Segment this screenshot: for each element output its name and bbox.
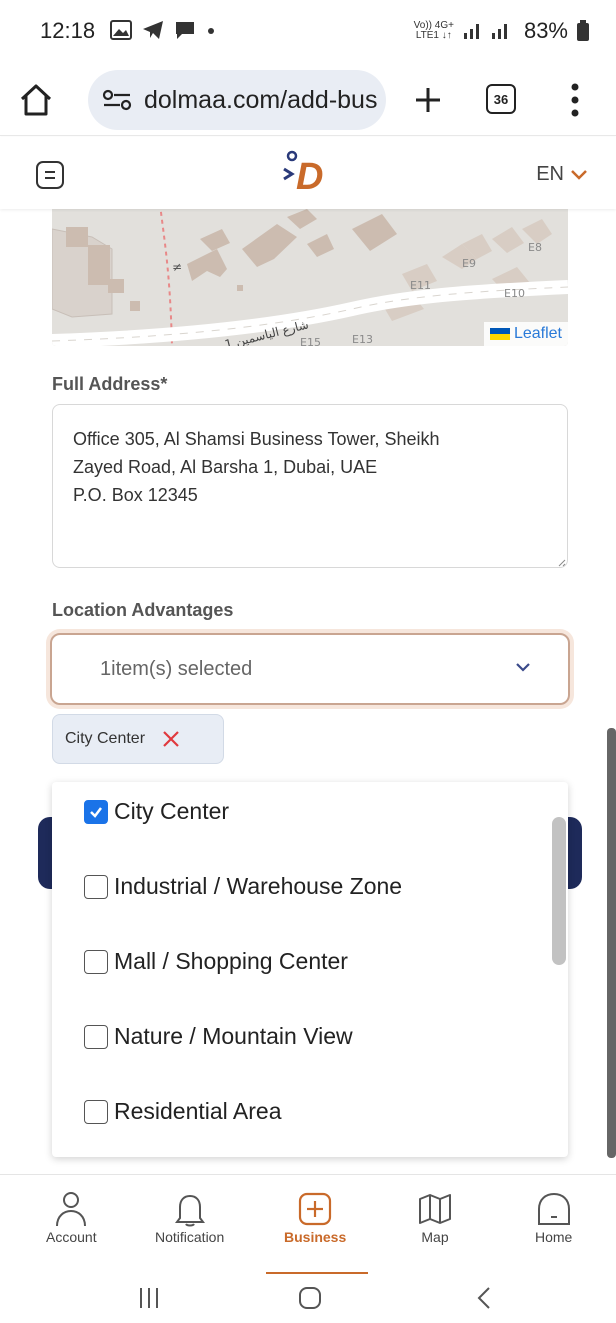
tab-switcher-button[interactable]: 36 [486,84,516,114]
nav-home[interactable]: Home [535,1189,572,1245]
resize-handle-icon[interactable] [556,557,566,567]
location-advantages-select[interactable]: 1item(s) selected [50,633,570,705]
menu-line-icon [45,177,55,179]
map-icon [419,1194,451,1224]
gallery-icon [110,20,132,40]
site-settings-icon[interactable] [102,89,132,111]
bottom-navigation: Account Notification Business Map Home [0,1174,616,1275]
checkbox-icon[interactable] [84,1024,108,1049]
home-icon [537,1192,570,1225]
chevron-down-icon [516,663,530,672]
map-label: E8 [528,241,542,254]
dropdown-scrollbar[interactable] [552,817,566,965]
ukraine-flag-icon [489,328,510,340]
form-content: ≠ E9 E8 E11 E10 E13 E15 شارع الياسمين 1 … [0,209,616,1174]
more-menu-icon[interactable] [570,82,580,118]
status-time: 12:18 [40,18,96,43]
map-label: E15 [300,336,321,346]
selected-chip: City Center [52,714,224,764]
back-icon[interactable] [476,1286,492,1310]
option-residential-area[interactable]: Residential Area [84,1098,282,1125]
status-bar: 12:18 Vo)) 4G+ LTE1 ↓↑ 83% [0,0,616,64]
checkbox-icon[interactable] [84,949,108,974]
status-right: Vo)) 4G+ LTE1 ↓↑ 83% [414,18,590,44]
dot-icon [208,28,214,34]
language-label: EN [536,163,564,185]
checkbox-icon[interactable] [84,874,108,899]
network-indicator: Vo)) 4G+ LTE1 ↓↑ [413,20,454,41]
user-icon [56,1192,87,1227]
new-tab-icon[interactable] [412,84,444,116]
logo-letter: D [296,156,323,197]
chevron-down-icon [571,169,587,180]
battery-percent: 83% [523,18,568,43]
select-value: 1item(s) selected [100,657,253,680]
option-label: Residential Area [114,1098,282,1124]
checkbox-icon[interactable] [84,1099,108,1124]
option-industrial-warehouse-zone[interactable]: Industrial / Warehouse Zone [84,873,402,900]
app-header: D EN [0,137,616,209]
add-square-icon [299,1192,332,1226]
leaflet-link: Leaflet [513,325,562,342]
nav-notification[interactable]: Notification [155,1189,224,1245]
close-icon[interactable] [161,729,181,749]
nav-business[interactable]: Business [284,1189,346,1245]
option-label: Mall / Shopping Center [114,948,348,974]
home-button-icon[interactable] [298,1286,322,1310]
browser-toolbar: dolmaa.com/add-bus 36 [0,64,616,136]
page-scrollbar[interactable] [607,728,616,1158]
nav-label: Account [46,1229,97,1245]
option-city-center[interactable]: City Center [84,798,229,825]
nav-label: Business [284,1229,347,1245]
option-label: Nature / Mountain View [114,1023,353,1049]
signal-icon [463,24,507,39]
map-label: E9 [462,257,476,270]
full-address-label: Full Address* [52,374,168,394]
map-label: E13 [352,333,373,346]
logo-icon[interactable]: D [282,147,334,197]
option-label: City Center [114,798,230,824]
bell-icon [174,1194,205,1227]
chip-label: City Center [65,730,146,747]
notification-icons [110,20,216,40]
language-selector[interactable]: EN [536,163,588,186]
option-mall-shopping-center[interactable]: Mall / Shopping Center [84,948,348,975]
nav-account[interactable]: Account [46,1189,97,1245]
checkbox-checked-icon[interactable] [84,799,108,824]
nav-label: Map [421,1229,449,1245]
nav-map[interactable]: Map [418,1189,452,1245]
svg-text:≠: ≠ [172,260,182,274]
telegram-icon [143,21,163,39]
location-advantages-label: Location Advantages [52,600,234,620]
full-address-textarea[interactable]: Office 305, Al Shamsi Business Tower, Sh… [52,404,568,568]
address-bar[interactable]: dolmaa.com/add-bus [88,70,386,130]
menu-line-icon [45,171,55,173]
nav-label: Notification [155,1229,225,1245]
map-label: E10 [504,287,525,300]
system-navigation [0,1274,616,1323]
map-label: E11 [410,279,431,292]
option-nature-mountain-view[interactable]: Nature / Mountain View [84,1023,353,1050]
nav-label: Home [535,1229,573,1245]
location-advantages-dropdown: City Center Industrial / Warehouse Zone … [52,782,568,1157]
recent-apps-icon[interactable] [138,1286,160,1310]
url-text: dolmaa.com/add-bus [144,85,378,114]
home-icon[interactable] [18,82,54,118]
message-icon [176,22,194,39]
leaflet-attribution[interactable]: Leaflet [483,322,568,346]
menu-button[interactable] [36,161,64,189]
location-map[interactable]: ≠ E9 E8 E11 E10 E13 E15 شارع الياسمين 1 … [52,209,568,346]
battery-icon [577,20,589,41]
option-label: Industrial / Warehouse Zone [114,873,403,899]
